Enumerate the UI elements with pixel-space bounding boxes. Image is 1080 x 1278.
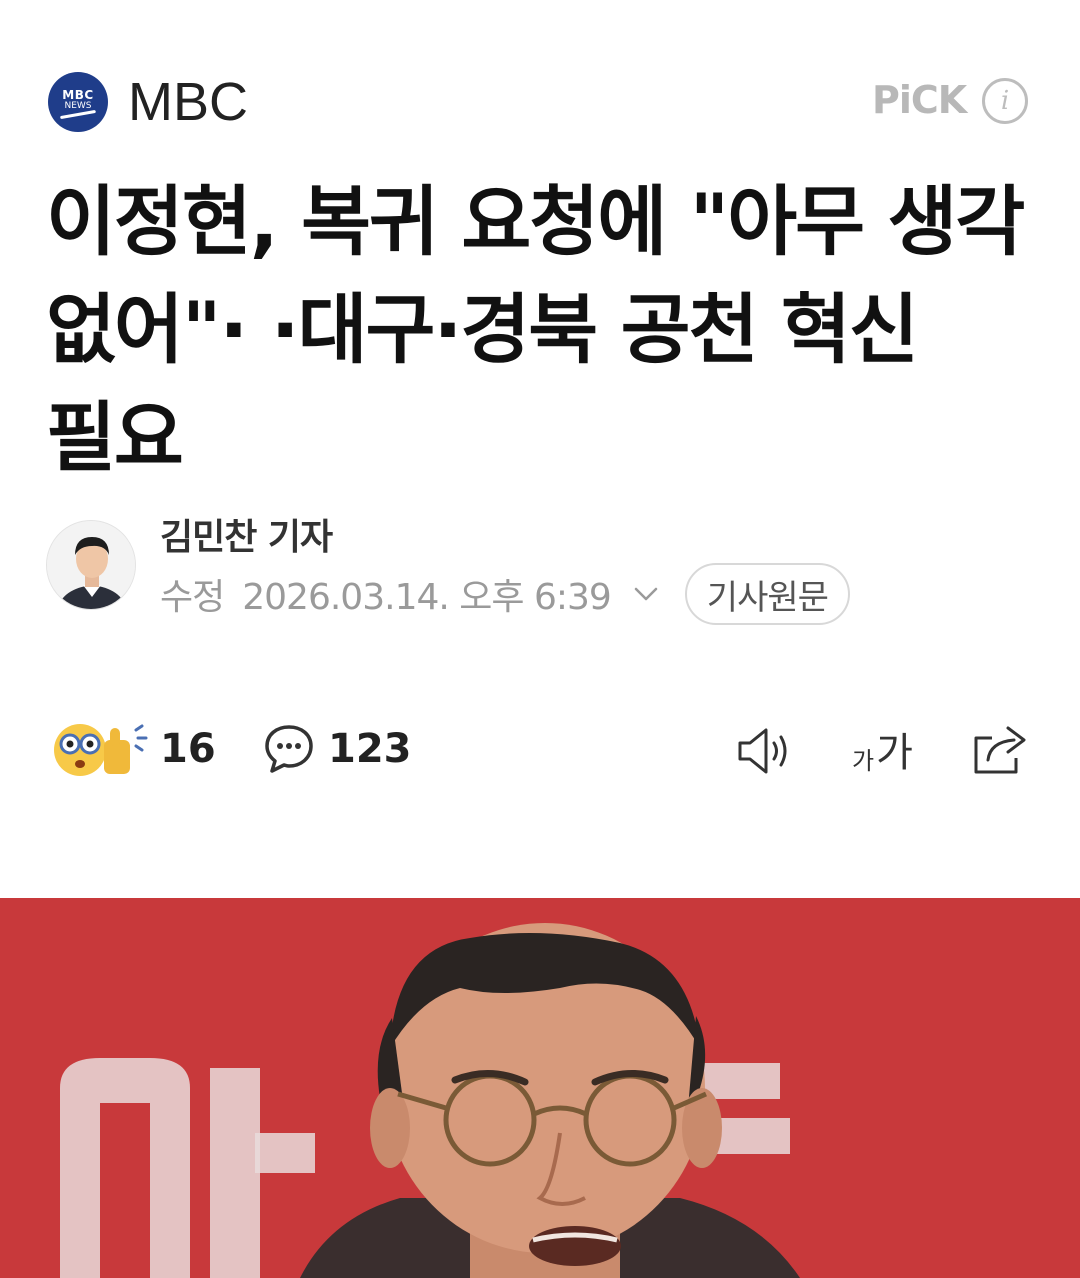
press-logo-text: MBC [62,87,94,102]
article-headline: 이정현, 복귀 요청에 "아무 생각 없어"· ·대구·경북 공천 혁신 필요 [46,177,1025,482]
chevron-down-icon[interactable] [631,579,661,609]
comment-count: 123 [328,726,412,772]
font-size-icon[interactable]: 가 가 [852,722,926,776]
reporter-avatar[interactable] [46,520,136,610]
article-photo[interactable] [0,898,1080,1278]
date-value: 2026.03.14. 오후 6:39 [242,577,612,618]
press-logo-subtext: NEWS [64,100,92,111]
article-header: MBC NEWS MBC PiCK i [0,60,1080,140]
reaction-count: 16 [160,726,216,772]
share-icon[interactable] [970,720,1030,776]
speaker-icon[interactable] [734,724,796,778]
press-logo-swoosh [60,109,96,119]
pick-badge: PiCK [872,78,967,122]
comment-icon[interactable] [262,722,316,776]
reaction-emoji-icon[interactable] [52,718,148,780]
original-article-button[interactable]: 기사원문 [684,563,850,625]
date-label: 수정 [160,577,225,618]
reporter-name[interactable]: 김민찬 기자 [160,514,333,562]
date-row: 수정 2026.03.14. 오후 6:39 기사원문 [160,563,850,625]
font-size-small-label: 가 [852,747,875,775]
press-logo[interactable]: MBC NEWS [48,72,108,132]
press-name[interactable]: MBC [128,70,248,134]
font-size-big-label: 가 [876,730,913,776]
info-icon[interactable]: i [982,78,1028,124]
